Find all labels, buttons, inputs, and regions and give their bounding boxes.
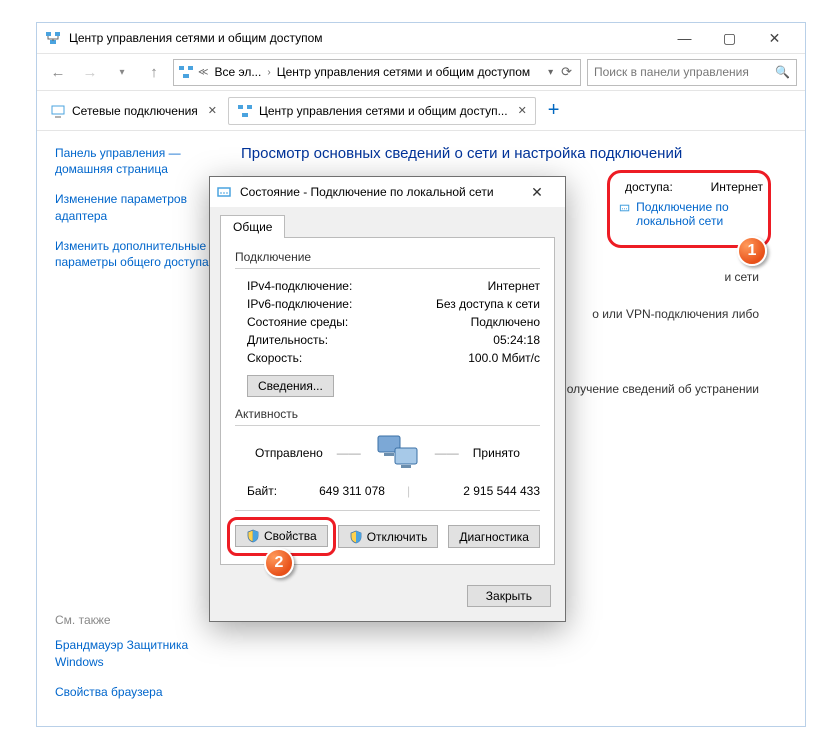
status-dialog: Состояние - Подключение по локальной сет… — [209, 176, 566, 622]
annotation-badge-2: 2 — [264, 548, 294, 578]
diagnose-button[interactable]: Диагностика — [448, 525, 540, 548]
tab-close-icon[interactable]: ✕ — [204, 104, 217, 117]
path-network-icon — [178, 64, 194, 80]
group-connection-label: Подключение — [235, 250, 540, 264]
breadcrumb-bar[interactable]: ≪ Все эл... › Центр управления сетями и … — [173, 59, 581, 86]
duration-value: 05:24:18 — [493, 333, 540, 347]
disable-button[interactable]: Отключить — [338, 525, 439, 548]
search-icon: 🔍 — [775, 65, 790, 79]
speed-value: 100.0 Мбит/с — [468, 351, 540, 365]
sidebar-link-home[interactable]: Панель управления — домашняя страница — [55, 145, 213, 177]
connection-link-text: Подключение по локальной сети — [636, 200, 763, 228]
window-title: Центр управления сетями и общим доступом — [69, 31, 662, 45]
bytes-sent: 649 311 078 — [277, 484, 407, 498]
sidebar-link-browser[interactable]: Свойства браузера — [55, 684, 213, 700]
speed-label: Скорость: — [235, 351, 302, 365]
ipv6-label: IPv6-подключение: — [235, 297, 352, 311]
media-value: Подключено — [471, 315, 540, 329]
dialog-panel: Подключение IPv4-подключение: Интернет IP… — [220, 237, 555, 565]
maximize-button[interactable]: ▢ — [707, 24, 752, 52]
network-center-icon — [237, 103, 253, 119]
duration-label: Длительность: — [235, 333, 328, 347]
forward-button[interactable]: → — [77, 59, 103, 85]
close-button[interactable]: Закрыть — [467, 585, 551, 607]
search-placeholder: Поиск в панели управления — [594, 65, 749, 79]
dialog-titlebar: Состояние - Подключение по локальной сет… — [210, 177, 565, 207]
ethernet-icon — [216, 184, 232, 200]
tab-network-center[interactable]: Центр управления сетями и общим доступ..… — [228, 97, 536, 125]
back-button[interactable]: ← — [45, 59, 71, 85]
dialog-title: Состояние - Подключение по локальной сет… — [240, 185, 517, 199]
tab-label: Центр управления сетями и общим доступ..… — [259, 104, 508, 118]
search-input[interactable]: Поиск в панели управления 🔍 — [587, 59, 797, 86]
up-button[interactable]: ↑ — [141, 59, 167, 85]
minimize-button[interactable]: — — [662, 24, 707, 52]
tab-strip: Сетевые подключения ✕ Центр управления с… — [37, 91, 805, 131]
recv-label: Принято — [473, 446, 520, 460]
ipv6-value: Без доступа к сети — [436, 297, 540, 311]
tab-close-icon[interactable]: ✕ — [514, 104, 527, 117]
tab-network-connections[interactable]: Сетевые подключения ✕ — [41, 97, 226, 125]
ipv4-label: IPv4-подключение: — [235, 279, 352, 293]
address-bar: ← → ▾ ↑ ≪ Все эл... › Центр управления с… — [37, 53, 805, 91]
tab-label: Сетевые подключения — [72, 104, 198, 118]
annotation-badge-1: 1 — [737, 236, 767, 266]
main-headline: Просмотр основных сведений о сети и наст… — [241, 145, 789, 162]
bytes-label: Байт: — [247, 484, 277, 498]
sidebar-link-firewall[interactable]: Брандмауэр Защитника Windows — [55, 637, 213, 669]
media-label: Состояние среды: — [235, 315, 348, 329]
activity-graphic: Отправлено —— —— Принято — [235, 434, 540, 472]
breadcrumb-item[interactable]: Все эл... — [212, 65, 263, 79]
breadcrumb-item[interactable]: Центр управления сетями и общим доступом — [275, 65, 533, 79]
access-label: доступа: — [615, 180, 673, 194]
sidebar: Панель управления — домашняя страница Из… — [37, 131, 225, 726]
close-button[interactable]: ✕ — [752, 24, 797, 52]
access-value: Интернет — [711, 180, 763, 194]
connection-link[interactable]: Подключение по локальной сети — [615, 200, 763, 228]
dialog-close-button[interactable]: ✕ — [517, 179, 557, 205]
network-icon — [50, 103, 66, 119]
recent-dropdown[interactable]: ▾ — [109, 59, 135, 85]
shield-icon — [349, 530, 363, 544]
network-center-icon — [45, 30, 61, 46]
sidebar-link-sharing[interactable]: Изменить дополнительные параметры общего… — [55, 238, 213, 270]
refresh-icon[interactable]: ⟳ — [557, 64, 576, 80]
ipv4-value: Интернет — [488, 279, 540, 293]
see-also-label: См. также — [55, 613, 213, 627]
details-button[interactable]: Сведения... — [247, 375, 334, 397]
path-dropdown-icon[interactable]: ▾ — [548, 67, 553, 78]
sent-label: Отправлено — [255, 446, 323, 460]
two-computers-icon — [375, 434, 421, 472]
sidebar-link-adapter[interactable]: Изменение параметров адаптера — [55, 191, 213, 223]
tab-general[interactable]: Общие — [220, 215, 285, 238]
bytes-recv: 2 915 544 433 — [410, 484, 540, 498]
titlebar: Центр управления сетями и общим доступом… — [37, 23, 805, 53]
shield-icon — [246, 529, 260, 543]
chevron-icon: ≪ — [198, 67, 208, 78]
properties-button[interactable]: Свойства — [235, 525, 328, 547]
access-info: доступа: Интернет Подключение по локальн… — [615, 180, 763, 228]
disable-button-label: Отключить — [367, 530, 428, 544]
properties-button-label: Свойства — [264, 529, 317, 543]
ethernet-icon — [619, 200, 630, 216]
chevron-right-icon: › — [267, 67, 270, 78]
group-activity-label: Активность — [235, 407, 540, 421]
add-tab-button[interactable]: + — [538, 99, 570, 122]
